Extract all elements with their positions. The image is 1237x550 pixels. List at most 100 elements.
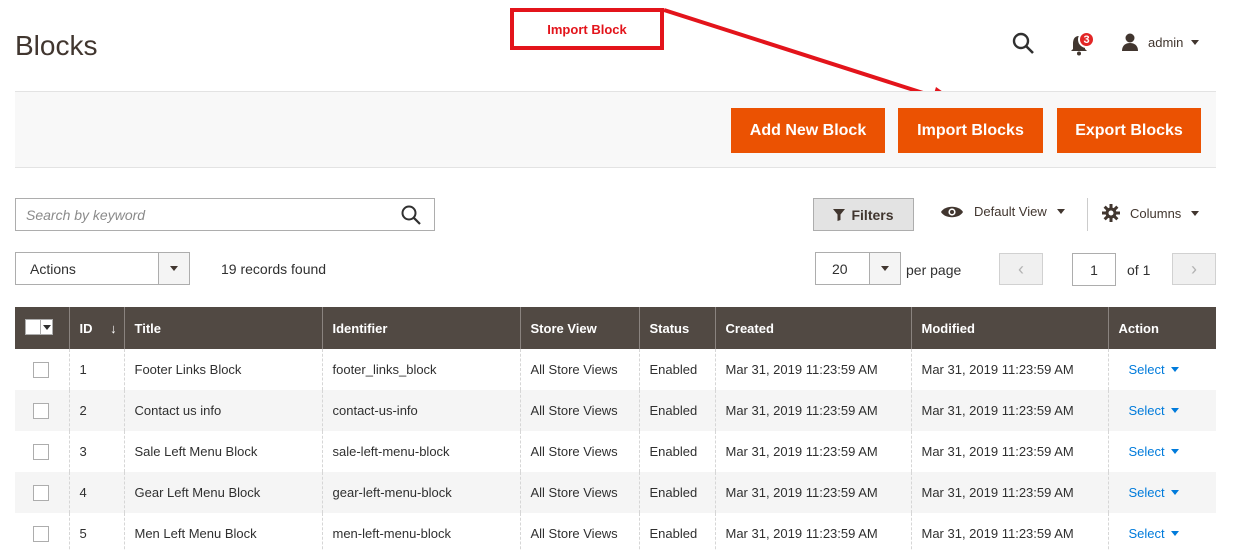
user-icon [1122, 33, 1138, 51]
search-icon[interactable] [400, 204, 422, 226]
cell-status: Enabled [639, 390, 716, 431]
cell-action: Select [1108, 472, 1216, 513]
cell-title: Gear Left Menu Block [124, 472, 323, 513]
page-number-input[interactable]: 1 [1072, 253, 1116, 286]
search-icon[interactable] [1010, 30, 1036, 56]
row-checkbox [15, 349, 70, 390]
cell-identifier: gear-left-menu-block [322, 472, 521, 513]
cell-action: Select [1108, 349, 1216, 390]
cell-title: Contact us info [124, 390, 323, 431]
columns-label: Columns [1130, 205, 1182, 221]
cell-action: Select [1108, 431, 1216, 472]
toolbar-divider [1087, 198, 1088, 231]
cell-identifier: men-left-menu-block [322, 513, 521, 550]
add-new-block-button[interactable]: Add New Block [731, 108, 885, 153]
cell-status: Enabled [639, 472, 716, 513]
cell-modified: Mar 31, 2019 11:23:59 AM [911, 349, 1109, 390]
table-row[interactable]: 4 Gear Left Menu Block gear-left-menu-bloc… [15, 472, 1216, 513]
cell-action: Select [1108, 390, 1216, 431]
view-switcher[interactable]: Default View [940, 204, 1065, 219]
cell-status: Enabled [639, 513, 716, 550]
filter-icon [833, 208, 846, 221]
row-select-action[interactable]: Select [1129, 362, 1179, 377]
cell-identifier: contact-us-info [322, 390, 521, 431]
row-checkbox[interactable] [33, 525, 49, 542]
gear-icon [1102, 204, 1120, 222]
cell-identifier: footer_links_block [322, 349, 521, 390]
row-checkbox[interactable] [33, 402, 49, 419]
column-header-title[interactable]: Title [124, 307, 323, 349]
row-checkbox[interactable] [33, 484, 49, 501]
table-row[interactable]: 3 Sale Left Menu Block sale-left-menu-bloc… [15, 431, 1216, 472]
user-menu[interactable]: admin [1120, 32, 1200, 52]
row-checkbox [15, 431, 70, 472]
cell-modified: Mar 31, 2019 11:23:59 AM [911, 472, 1109, 513]
row-select-action[interactable]: Select [1129, 444, 1179, 459]
mass-select-header [15, 307, 70, 349]
blocks-grid: ID ↓ Title Identifier Store View Status … [15, 307, 1216, 550]
filters-button[interactable]: Filters [813, 198, 914, 231]
column-header-modified[interactable]: Modified [911, 307, 1109, 349]
chevron-down-icon [1170, 449, 1179, 454]
column-header-status[interactable]: Status [639, 307, 716, 349]
chevron-down-icon [1191, 210, 1200, 216]
annotation-box: Import Block [510, 8, 664, 50]
actions-label: Actions [30, 260, 76, 277]
cell-id: 1 [69, 349, 125, 390]
cell-id: 5 [69, 513, 125, 550]
per-page-label: per page [906, 262, 962, 278]
cell-store-view: All Store Views [520, 349, 640, 390]
header-actions: 3 admin [1010, 28, 1230, 58]
sort-arrow-icon: ↓ [110, 320, 117, 336]
chevron-down-icon [40, 320, 52, 334]
table-row[interactable]: 1 Footer Links Block footer_links_block All… [15, 349, 1216, 390]
chevron-down-icon [1170, 367, 1179, 372]
column-header-action: Action [1108, 307, 1216, 349]
row-checkbox [15, 472, 70, 513]
row-select-action[interactable]: Select [1129, 526, 1179, 541]
column-header-identifier[interactable]: Identifier [322, 307, 521, 349]
columns-control[interactable]: Columns [1102, 204, 1200, 222]
import-blocks-button[interactable]: Import Blocks [898, 108, 1043, 153]
chevron-down-icon [1170, 490, 1179, 495]
page-title: Blocks [15, 30, 98, 61]
cell-created: Mar 31, 2019 11:23:59 AM [715, 349, 912, 390]
chevron-down-icon [1170, 408, 1179, 413]
cell-modified: Mar 31, 2019 11:23:59 AM [911, 390, 1109, 431]
per-page-select[interactable]: 20 [815, 252, 901, 285]
column-header-created[interactable]: Created [715, 307, 912, 349]
cell-store-view: All Store Views [520, 431, 640, 472]
chevron-right-icon: › [1191, 258, 1197, 279]
cell-modified: Mar 31, 2019 11:23:59 AM [911, 513, 1109, 550]
mass-select-checkbox[interactable] [25, 319, 53, 335]
table-row[interactable]: 2 Contact us info contact-us-info All Store… [15, 390, 1216, 431]
cell-id: 4 [69, 472, 125, 513]
chevron-down-icon [1170, 531, 1179, 536]
chevron-down-icon [1191, 39, 1200, 45]
row-checkbox[interactable] [33, 361, 49, 378]
cell-created: Mar 31, 2019 11:23:59 AM [715, 390, 912, 431]
cell-created: Mar 31, 2019 11:23:59 AM [715, 431, 912, 472]
cell-status: Enabled [639, 349, 716, 390]
next-page-button[interactable]: › [1172, 253, 1216, 285]
per-page-value: 20 [832, 260, 848, 277]
table-row[interactable]: 5 Men Left Menu Block men-left-menu-block A… [15, 513, 1216, 550]
row-checkbox [15, 390, 70, 431]
column-header-store-view[interactable]: Store View [520, 307, 640, 349]
mass-actions-select[interactable]: Actions [15, 252, 190, 285]
search-input[interactable] [16, 199, 386, 230]
previous-page-button[interactable]: ‹ [999, 253, 1043, 285]
annotation-label: Import Block [547, 21, 627, 37]
row-select-action[interactable]: Select [1129, 485, 1179, 500]
cell-title: Footer Links Block [124, 349, 323, 390]
row-checkbox [15, 513, 70, 550]
chevron-down-icon [869, 253, 900, 284]
row-select-action[interactable]: Select [1129, 403, 1179, 418]
column-header-id[interactable]: ID ↓ [69, 307, 125, 349]
export-blocks-button[interactable]: Export Blocks [1057, 108, 1201, 153]
keyword-search [15, 198, 435, 231]
cell-store-view: All Store Views [520, 513, 640, 550]
cell-created: Mar 31, 2019 11:23:59 AM [715, 513, 912, 550]
row-checkbox[interactable] [33, 443, 49, 460]
cell-status: Enabled [639, 431, 716, 472]
